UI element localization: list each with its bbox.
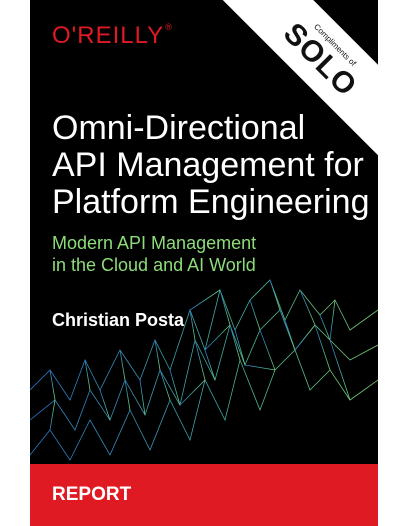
publisher-logo: O'REILLY® — [52, 22, 173, 50]
subtitle-line: Modern API Management — [52, 233, 257, 253]
registered-mark: ® — [165, 22, 173, 32]
book-title: Omni-Directional API Management for Plat… — [52, 110, 372, 221]
title-line: API Management for — [52, 146, 364, 184]
title-line: Platform Engineering — [52, 183, 370, 221]
book-cover: O'REILLY® Compliments of SOLO Omni-Direc… — [30, 0, 378, 526]
wireframe-mountain-illustration — [30, 279, 378, 461]
report-label: REPORT — [52, 484, 132, 505]
publisher-name: O'REILLY — [52, 22, 165, 49]
report-footer-bar: REPORT — [30, 464, 378, 526]
title-line: Omni-Directional — [52, 109, 306, 147]
